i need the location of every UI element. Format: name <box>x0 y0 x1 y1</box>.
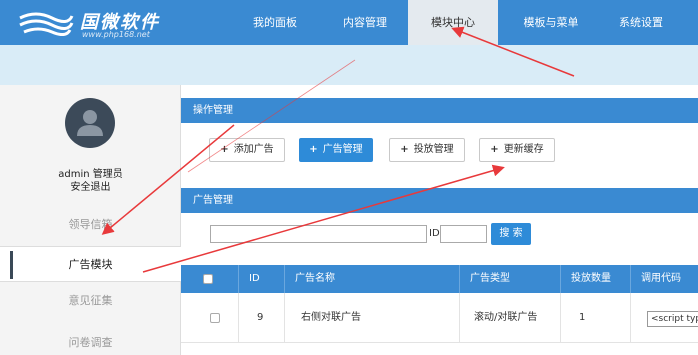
id-label: ID <box>429 228 440 239</box>
nav-settings[interactable]: 系统设置 <box>606 0 676 45</box>
avatar <box>65 98 115 148</box>
sub-bar <box>0 45 698 85</box>
nav-my-panel[interactable]: 我的面板 <box>242 0 308 45</box>
nav-templates[interactable]: 模板与菜单 <box>510 0 592 45</box>
sidebar: admin 管理员 安全退出 领导信箱 广告模块 意见征集 问卷调查 <box>0 85 181 355</box>
plus-icon: + <box>309 144 318 155</box>
top-header: 国微软件 www.php168.net 我的面板 内容管理 模块中心 模板与菜单… <box>0 0 698 45</box>
refresh-cache-button[interactable]: + 更新缓存 <box>479 138 555 162</box>
code-snippet-field[interactable]: <script type <box>647 311 698 327</box>
search-input[interactable] <box>210 225 427 243</box>
logo-wave-icon <box>19 12 74 36</box>
plus-icon: + <box>400 144 409 155</box>
cell-code: <script type <box>630 293 698 343</box>
plus-icon: + <box>220 144 229 155</box>
col-id: ID <box>238 265 284 293</box>
add-ad-button[interactable]: + 添加广告 <box>209 138 285 162</box>
sidebar-item-survey[interactable]: 问卷调查 <box>0 325 181 355</box>
col-name: 广告名称 <box>284 265 459 293</box>
ops-panel-title: 操作管理 <box>181 98 698 123</box>
cell-count: 1 <box>560 293 630 343</box>
main-content: 操作管理 + 添加广告 + 广告管理 + 投放管理 + 更新缓存 广告管理 ID 搜 索… <box>181 85 698 355</box>
col-code: 调用代码 <box>630 265 698 293</box>
cell-id: 9 <box>238 293 284 343</box>
user-icon <box>77 110 103 136</box>
ad-manage-button[interactable]: + 广告管理 <box>299 138 373 162</box>
placement-manage-button[interactable]: + 投放管理 <box>389 138 465 162</box>
sidebar-item-mailbox[interactable]: 领导信箱 <box>0 207 181 243</box>
cell-name: 右侧对联广告 <box>284 293 459 343</box>
select-all-checkbox[interactable] <box>203 274 213 284</box>
nav-modules[interactable]: 模块中心 <box>408 0 498 45</box>
sidebar-item-ads[interactable]: 广告模块 <box>0 246 181 282</box>
logout-link[interactable]: 安全退出 <box>0 178 181 193</box>
row-checkbox[interactable] <box>210 313 220 323</box>
col-type: 广告类型 <box>459 265 560 293</box>
cell-type: 滚动/对联广告 <box>459 293 560 343</box>
nav-content[interactable]: 内容管理 <box>330 0 400 45</box>
sidebar-item-feedback[interactable]: 意见征集 <box>0 283 181 319</box>
search-button[interactable]: 搜 索 <box>491 223 531 245</box>
plus-icon: + <box>490 144 499 155</box>
logo[interactable]: 国微软件 www.php168.net <box>18 6 178 40</box>
table-header: ID 广告名称 广告类型 投放数量 调用代码 <box>181 265 698 293</box>
ads-panel-title: 广告管理 <box>181 188 698 213</box>
logo-url: www.php168.net <box>82 30 150 39</box>
table-row: 9 右侧对联广告 滚动/对联广告 1 <script type <box>181 293 698 343</box>
col-count: 投放数量 <box>560 265 630 293</box>
id-input[interactable] <box>440 225 487 243</box>
